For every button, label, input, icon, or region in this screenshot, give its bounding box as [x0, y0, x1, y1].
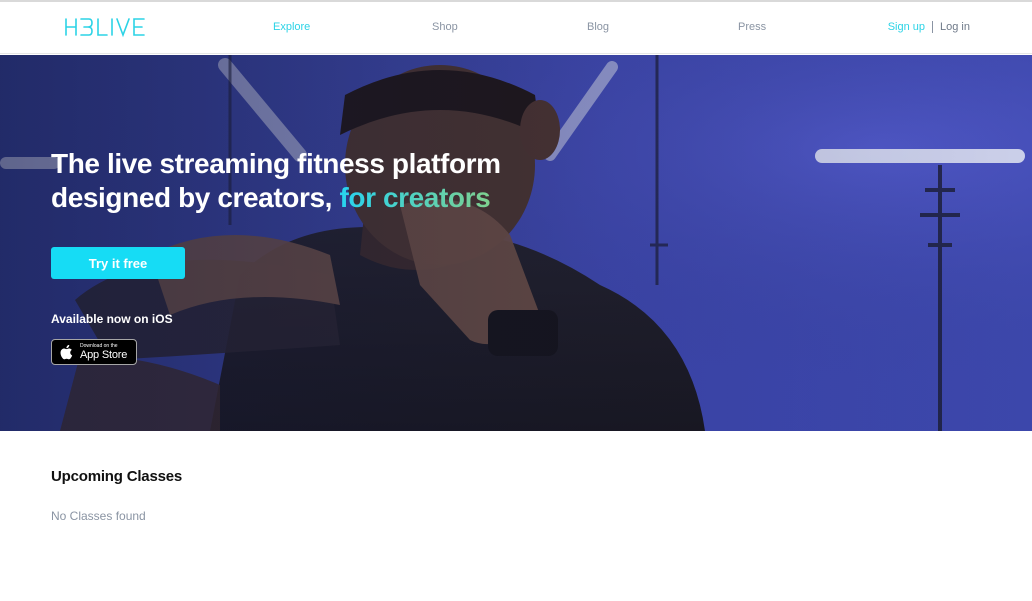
headline-accent: for creators — [339, 182, 491, 213]
auth-divider — [932, 21, 934, 33]
no-classes-message: No Classes found — [51, 509, 146, 523]
sign-up-link[interactable]: Sign up — [888, 21, 925, 33]
ios-availability-label: Available now on iOS — [51, 312, 173, 326]
hero-shade — [0, 55, 1032, 431]
site-header: Explore Shop Blog Press Sign up Log in — [0, 2, 1032, 54]
headline-line-2: designed by creators, — [51, 182, 333, 213]
hero-banner: The live streaming fitness platform desi… — [0, 55, 1032, 431]
hblive-logo[interactable] — [64, 15, 146, 39]
try-it-free-button[interactable]: Try it free — [51, 247, 185, 279]
nav-blog[interactable]: Blog — [587, 21, 609, 33]
app-store-small-text: Download on the — [80, 342, 118, 349]
hero-headline: The live streaming fitness platform desi… — [51, 147, 571, 215]
app-store-big-text: App Store — [80, 348, 128, 361]
log-in-link[interactable]: Log in — [940, 21, 970, 33]
upcoming-classes-heading: Upcoming Classes — [51, 468, 183, 485]
apple-icon — [60, 344, 73, 360]
nav-shop[interactable]: Shop — [432, 21, 458, 33]
nav-press[interactable]: Press — [738, 21, 766, 33]
headline-line-1: The live streaming fitness platform — [51, 148, 501, 179]
nav-explore[interactable]: Explore — [273, 21, 310, 33]
auth-links: Sign up Log in — [888, 21, 970, 33]
app-store-badge[interactable]: Download on the App Store — [51, 339, 137, 365]
